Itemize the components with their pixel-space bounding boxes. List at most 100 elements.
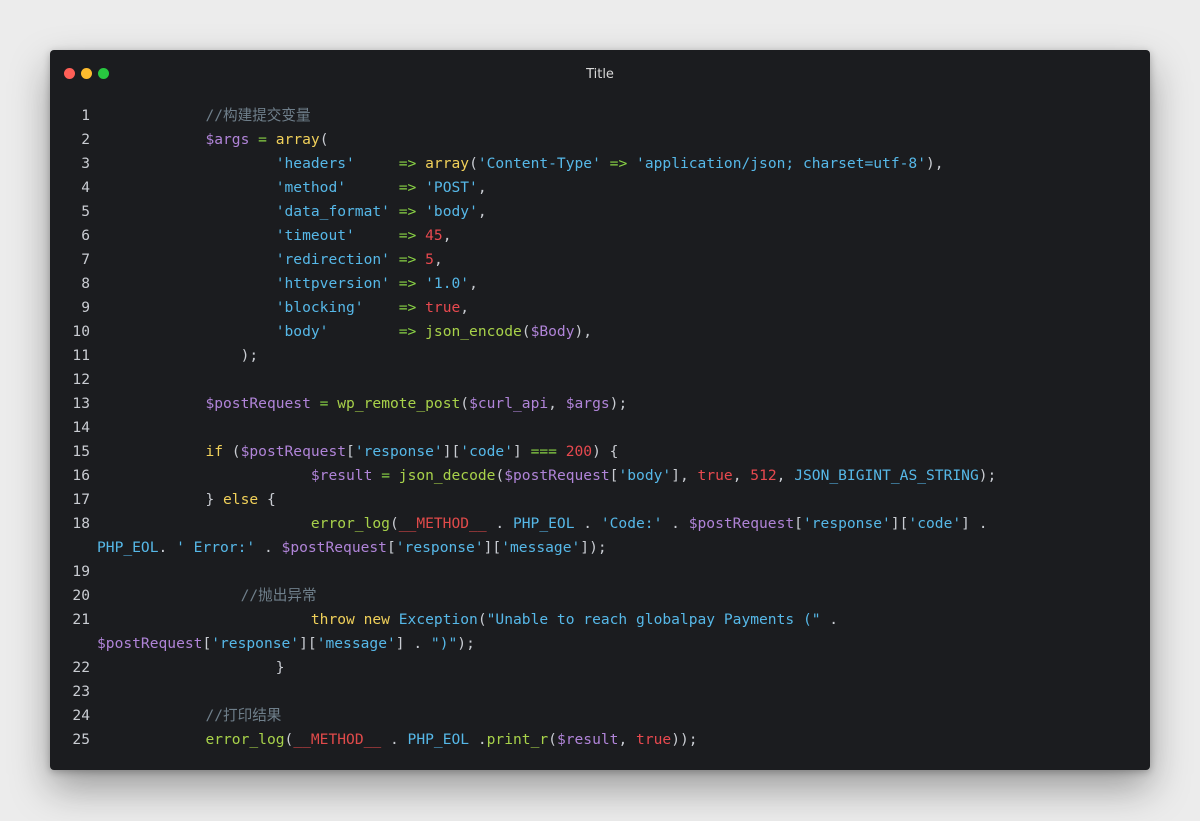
line-number: 9	[81, 299, 90, 316]
code-token: 'POST'	[425, 179, 478, 196]
code-token: 'response'	[395, 539, 484, 556]
code-token: ) {	[592, 443, 619, 460]
code-token: ,	[460, 299, 470, 316]
line-content: $args = array(	[100, 128, 328, 152]
code-token: $args	[565, 395, 610, 412]
code-token: ,	[477, 203, 487, 220]
code-line: 5 'data_format' => 'body',	[50, 200, 1150, 224]
code-token: ===	[530, 443, 557, 460]
code-line-wrap: $postRequest['response']['message'] . ")…	[50, 632, 1150, 656]
code-line: 11 );	[50, 344, 1150, 368]
code-token: __METHOD__	[293, 731, 382, 748]
code-line: 6 'timeout' => 45,	[50, 224, 1150, 248]
code-token: ] .	[961, 515, 988, 532]
code-token: );	[240, 347, 259, 364]
line-number: 21	[72, 611, 90, 628]
code-token: .	[158, 539, 177, 556]
code-token: =>	[398, 299, 417, 316]
code-token: __METHOD__	[398, 515, 487, 532]
line-number: 4	[81, 179, 90, 196]
line-content: 'timeout' => 45,	[100, 224, 452, 248]
code-token: $result	[310, 467, 373, 484]
code-token: 'response'	[802, 515, 891, 532]
code-token: [	[386, 539, 396, 556]
code-token: 512	[750, 467, 777, 484]
code-line: 1 //构建提交变量	[50, 104, 1150, 128]
code-token: (	[548, 731, 557, 748]
code-line: 24 //打印结果	[50, 704, 1150, 728]
code-token: 'application/json; charset=utf-8'	[636, 155, 926, 172]
code-token: //构建提交变量	[205, 107, 311, 124]
code-token: [	[346, 443, 355, 460]
code-line: 16 $result = json_decode($postRequest['b…	[50, 464, 1150, 488]
code-token: print_r	[486, 731, 549, 748]
line-number: 12	[72, 371, 90, 388]
code-token: $args	[205, 131, 250, 148]
code-token: }	[205, 491, 224, 508]
window-title: Title	[586, 67, 614, 82]
code-token: .	[574, 515, 601, 532]
code-token: ),	[574, 323, 593, 340]
code-token: Exception	[398, 611, 478, 628]
code-token: ],	[671, 467, 698, 484]
code-token: ][	[299, 635, 317, 652]
code-token: }	[275, 659, 285, 676]
code-token: =>	[398, 251, 417, 268]
code-token: =	[381, 467, 390, 484]
code-token: $postRequest	[281, 539, 387, 556]
code-token: .	[469, 731, 487, 748]
code-token: =>	[398, 323, 417, 340]
line-number: 6	[81, 227, 90, 244]
code-line: 14	[50, 416, 1150, 440]
code-token: [	[202, 635, 212, 652]
code-line: 18 error_log(__METHOD__ . PHP_EOL . 'Cod…	[50, 512, 1150, 536]
code-token: .	[381, 731, 408, 748]
code-line: 22 }	[50, 656, 1150, 680]
line-content: $result = json_decode($postRequest['body…	[100, 464, 996, 488]
code-token: 'Code:'	[600, 515, 663, 532]
code-token: =>	[398, 179, 417, 196]
code-token: array	[425, 155, 470, 172]
line-content: error_log(__METHOD__ . PHP_EOL .print_r(…	[100, 728, 698, 752]
line-number: 13	[72, 395, 90, 412]
code-token: [	[794, 515, 803, 532]
code-token: );	[978, 467, 997, 484]
line-content: //打印结果	[100, 704, 281, 728]
code-token: $postRequest	[504, 467, 610, 484]
code-token: (	[521, 323, 531, 340]
code-token: 'response'	[354, 443, 443, 460]
code-token: array	[275, 131, 320, 148]
code-token: true	[636, 731, 672, 748]
code-token: 45	[425, 227, 443, 244]
code-token: .	[486, 515, 513, 532]
code-token: =>	[398, 155, 417, 172]
code-token: .	[662, 515, 689, 532]
code-token: ' Error:'	[176, 539, 256, 556]
line-number: 11	[72, 347, 90, 364]
line-content: $postRequest = wp_remote_post($curl_api,…	[100, 392, 627, 416]
code-token: =>	[609, 155, 628, 172]
line-content: 'headers' => array('Content-Type' => 'ap…	[100, 152, 944, 176]
code-token: ][	[442, 443, 461, 460]
code-line: 2 $args = array(	[50, 128, 1150, 152]
code-token: (	[495, 467, 505, 484]
code-token: ][	[483, 539, 502, 556]
code-token: error_log	[310, 515, 390, 532]
code-token: 'blocking'	[275, 299, 364, 316]
code-token: ));	[671, 731, 698, 748]
code-line: 25 error_log(__METHOD__ . PHP_EOL .print…	[50, 728, 1150, 752]
code-line-wrap: PHP_EOL. ' Error:' . $postRequest['respo…	[50, 536, 1150, 560]
code-line: 8 'httpversion' => '1.0',	[50, 272, 1150, 296]
code-token: json_decode	[398, 467, 496, 484]
code-token: //抛出异常	[240, 587, 317, 604]
code-token: ] .	[395, 635, 431, 652]
code-token: $postRequest	[688, 515, 795, 532]
